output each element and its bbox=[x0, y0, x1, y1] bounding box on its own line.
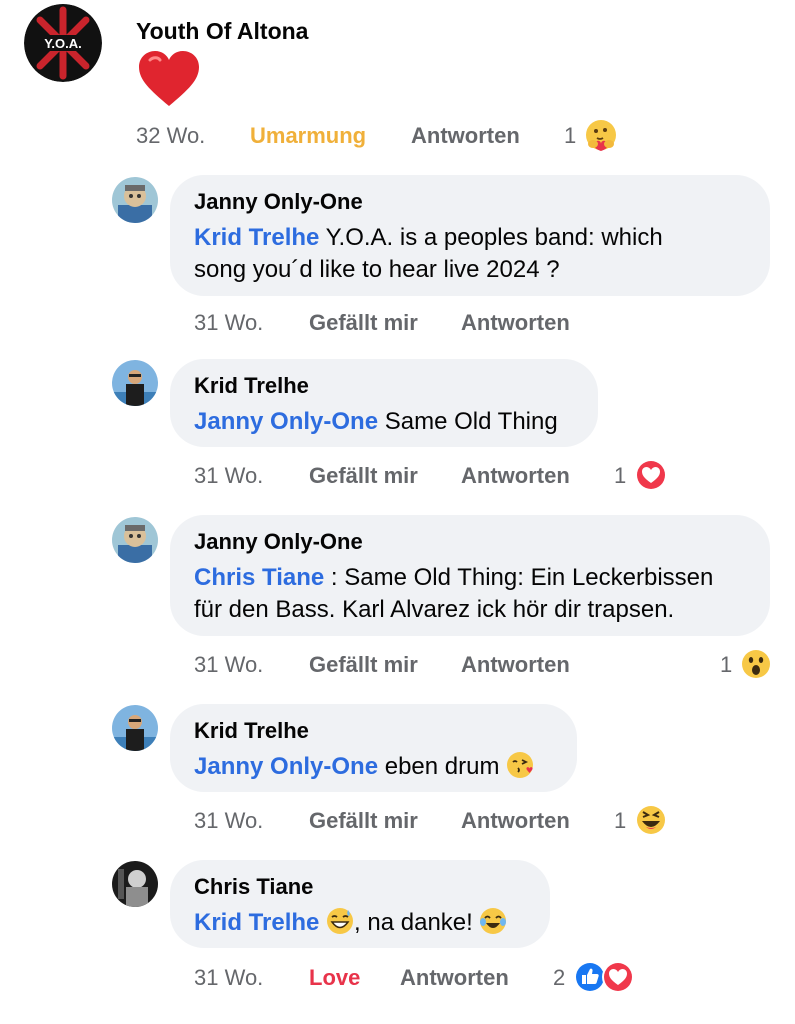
love-button[interactable]: Love bbox=[309, 965, 360, 991]
reaction-count[interactable]: 1 bbox=[614, 808, 626, 834]
comment-text: Janny Only-One eben drum bbox=[194, 751, 534, 783]
comment-text: Janny Only-One Same Old Thing bbox=[194, 408, 558, 435]
reply-button[interactable]: Antworten bbox=[461, 463, 570, 489]
comment-text: Krid Trelhe , na danke! bbox=[194, 907, 507, 939]
heart-icon bbox=[138, 50, 200, 108]
svg-text:Y.O.A.: Y.O.A. bbox=[44, 36, 82, 51]
comment-text-line1: Y.O.A. is a peoples band: which bbox=[319, 224, 663, 251]
mention-link[interactable]: Janny Only-One bbox=[194, 408, 378, 435]
tears-of-joy-face-icon bbox=[479, 907, 507, 935]
love-reaction-icon[interactable] bbox=[601, 960, 635, 994]
avatar-krid-trelhe[interactable] bbox=[112, 360, 158, 406]
avatar-janny-only-one[interactable] bbox=[112, 177, 158, 223]
comment-text: Chris Tiane : Same Old Thing: Ein Lecker… bbox=[194, 564, 714, 623]
comment-author[interactable]: Krid Trelhe bbox=[194, 718, 309, 744]
like-button[interactable]: Gefällt mir bbox=[309, 808, 418, 834]
post-author-name[interactable]: Youth Of Altona bbox=[136, 18, 308, 45]
reply-button[interactable]: Antworten bbox=[400, 965, 509, 991]
reaction-count[interactable]: 1 bbox=[614, 463, 626, 489]
comment-timestamp: 31 Wo. bbox=[194, 652, 264, 677]
mention-link[interactable]: Krid Trelhe bbox=[194, 224, 319, 251]
reply-button[interactable]: Antworten bbox=[461, 808, 570, 834]
comment-bubble: Janny Only-One Chris Tiane : Same Old Th… bbox=[170, 515, 770, 636]
avatar-krid-trelhe[interactable] bbox=[112, 705, 158, 751]
comment-bubble: Krid Trelhe Janny Only-One eben drum bbox=[170, 704, 577, 792]
reply-button[interactable]: Antworten bbox=[461, 310, 570, 336]
care-reaction-button[interactable]: Umarmung bbox=[250, 123, 366, 149]
reply-button[interactable]: Antworten bbox=[411, 123, 520, 149]
comment-bubble: Janny Only-One Krid Trelhe Y.O.A. is a p… bbox=[170, 175, 770, 296]
grin-sweat-face-icon bbox=[326, 907, 354, 935]
comment-author[interactable]: Janny Only-One bbox=[194, 529, 363, 555]
comment-timestamp: 31 Wo. bbox=[194, 808, 264, 833]
comment-author[interactable]: Janny Only-One bbox=[194, 189, 363, 215]
like-button[interactable]: Gefällt mir bbox=[309, 463, 418, 489]
avatar-youth-of-altona[interactable]: Y.O.A. bbox=[24, 4, 102, 82]
comment-timestamp: 31 Wo. bbox=[194, 965, 264, 990]
comment-bubble: Krid Trelhe Janny Only-One Same Old Thin… bbox=[170, 359, 598, 447]
mention-link[interactable]: Janny Only-One bbox=[194, 753, 378, 780]
avatar-janny-only-one[interactable] bbox=[112, 517, 158, 563]
like-button[interactable]: Gefällt mir bbox=[309, 310, 418, 336]
post-timestamp: 32 Wo. bbox=[136, 123, 206, 148]
comment-bubble: Chris Tiane Krid Trelhe , na danke! bbox=[170, 860, 550, 948]
reply-button[interactable]: Antworten bbox=[461, 652, 570, 678]
like-button[interactable]: Gefällt mir bbox=[309, 652, 418, 678]
reaction-count[interactable]: 1 bbox=[720, 652, 732, 678]
haha-reaction-icon[interactable] bbox=[634, 803, 668, 837]
comment-author[interactable]: Krid Trelhe bbox=[194, 373, 309, 399]
care-icon[interactable] bbox=[584, 118, 618, 152]
comment-text: Krid Trelhe Y.O.A. is a peoples band: wh… bbox=[194, 222, 663, 286]
mention-link[interactable]: Chris Tiane bbox=[194, 564, 324, 591]
avatar-chris-tiane[interactable] bbox=[112, 861, 158, 907]
reaction-count[interactable]: 2 bbox=[553, 965, 565, 991]
comment-timestamp: 31 Wo. bbox=[194, 463, 264, 488]
love-reaction-icon[interactable] bbox=[634, 458, 668, 492]
comment-timestamp: 31 Wo. bbox=[194, 310, 264, 335]
wow-reaction-icon[interactable] bbox=[739, 647, 773, 681]
mention-link[interactable]: Krid Trelhe bbox=[194, 909, 319, 936]
comment-text-line2: song you´d like to hear live 2024 ? bbox=[194, 256, 560, 283]
kiss-face-icon bbox=[506, 751, 534, 779]
comment-author[interactable]: Chris Tiane bbox=[194, 874, 313, 900]
reaction-count[interactable]: 1 bbox=[564, 123, 576, 149]
